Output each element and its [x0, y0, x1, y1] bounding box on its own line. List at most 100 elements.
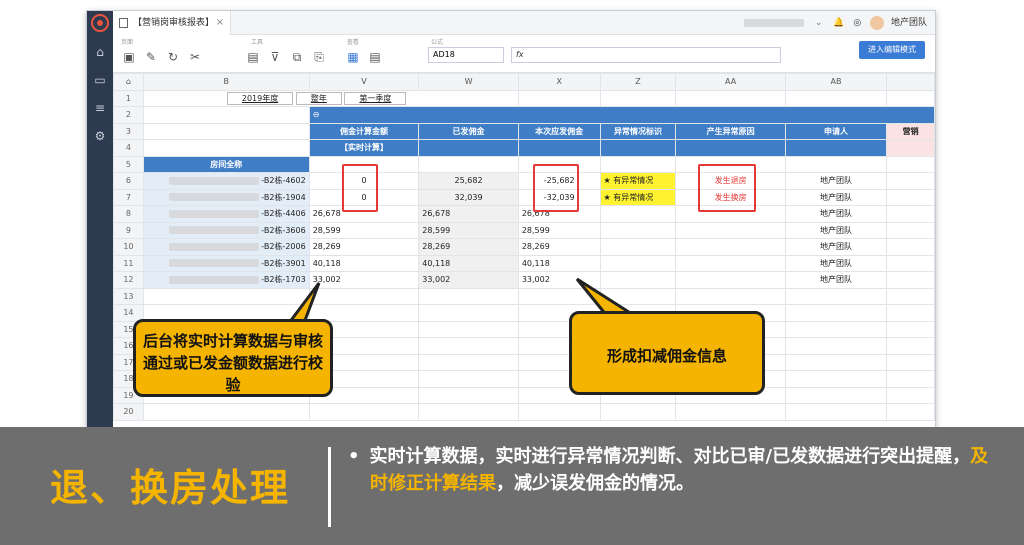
close-icon[interactable]: ×	[216, 11, 224, 35]
paid-cell[interactable]: 32,039	[418, 188, 519, 206]
cell-reference-input[interactable]: AD18	[428, 47, 504, 63]
payable-cell[interactable]: 28,599	[517, 221, 601, 239]
applicant-cell[interactable]: 地产团队	[784, 238, 888, 256]
paid-cell[interactable]: 28,269	[418, 238, 519, 256]
paid-cell[interactable]: 40,118	[418, 254, 519, 272]
table-row[interactable]: 6 -B2栋-4602 0 25,682 -25,682 ★ 有异常情况 发生退…	[113, 172, 935, 190]
reason-cell[interactable]	[675, 238, 786, 256]
room-cell[interactable]: -B2栋-2006	[142, 238, 310, 256]
flag-cell[interactable]	[599, 271, 677, 289]
group-header-bar: ⊖	[308, 106, 935, 124]
username: 地产团队	[890, 18, 927, 28]
filter-year[interactable]: 2019年度	[226, 91, 294, 105]
table-row[interactable]: 8 -B2栋-4406 26,678 26,678 26,678 地产团队	[113, 205, 935, 223]
row-number: 1	[113, 89, 144, 107]
chevron-down-icon[interactable]: ⌄	[815, 18, 823, 28]
room-cell[interactable]: -B2栋-4406	[142, 205, 310, 223]
calc-cell[interactable]: 28,269	[308, 238, 420, 256]
app-logo-icon	[91, 14, 109, 32]
formula-bar[interactable]: fx	[511, 47, 781, 63]
col-header[interactable]: B	[142, 73, 310, 91]
edit-mode-button[interactable]: 进入编辑模式	[859, 41, 925, 59]
collapse-icon[interactable]: ⊖	[313, 110, 320, 119]
reason-cell[interactable]	[675, 254, 786, 272]
flag-cell[interactable]	[599, 205, 677, 223]
table-row[interactable]: 7 -B2栋-1904 0 32,039 -32,039 ★ 有异常情况 发生换…	[113, 188, 935, 206]
applicant-cell[interactable]: 地产团队	[784, 172, 888, 190]
applicant-cell[interactable]: 地产团队	[784, 254, 888, 272]
header-abnormal-reason: 产生异常原因	[675, 122, 786, 140]
highlight-calc-box	[342, 164, 378, 212]
headset-icon[interactable]: ◎	[853, 18, 861, 28]
document-view-icon[interactable]: ▤	[367, 49, 383, 65]
paid-cell[interactable]: 28,599	[418, 221, 519, 239]
flag-cell[interactable]: ★ 有异常情况	[599, 188, 677, 206]
edit-icon[interactable]: ✎	[143, 49, 159, 65]
summary-title: 退、换房处理	[50, 466, 291, 510]
applicant-cell[interactable]: 地产团队	[784, 188, 888, 206]
avatar[interactable]	[870, 15, 885, 30]
tab-report[interactable]: 【营销岗审核报表】 ×	[113, 11, 231, 35]
applicant-cell[interactable]: 地产团队	[784, 205, 888, 223]
applicant-cell[interactable]: 地产团队	[784, 221, 888, 239]
room-cell[interactable]: -B2栋-4602	[142, 172, 310, 190]
folder-icon[interactable]: ▭	[93, 73, 107, 87]
summary-part2: ，减少误发佣金的情况。	[496, 473, 694, 494]
calc-cell[interactable]: 28,599	[308, 221, 420, 239]
settings-icon[interactable]: ⚙	[93, 129, 107, 143]
header-extra: 营销	[886, 122, 935, 140]
payable-cell[interactable]: 28,269	[517, 238, 601, 256]
bell-icon[interactable]: 🔔	[833, 18, 844, 28]
column-header-row: ⌂ B V W X Z AA AB	[113, 73, 935, 91]
row-number: 7	[113, 188, 144, 206]
chart-icon[interactable]: ▤	[245, 49, 261, 65]
col-header[interactable]: AA	[675, 73, 786, 91]
room-cell[interactable]: -B2栋-3901	[142, 254, 310, 272]
reason-cell[interactable]	[675, 271, 786, 289]
col-header[interactable]: W	[418, 73, 519, 91]
flag-cell[interactable]	[599, 254, 677, 272]
view-icon[interactable]: ▦	[345, 49, 361, 65]
table-row[interactable]: 10 -B2栋-2006 28,269 28,269 28,269 地产团队	[113, 238, 935, 256]
save-icon[interactable]: ▣	[121, 49, 137, 65]
reason-cell[interactable]	[675, 221, 786, 239]
calc-cell[interactable]: 33,002	[308, 271, 420, 289]
paid-cell[interactable]: 26,678	[418, 205, 519, 223]
tools-icon[interactable]: ✂	[187, 49, 203, 65]
room-name: -B2栋-1703	[261, 275, 306, 285]
room-cell[interactable]: -B2栋-1703	[142, 271, 310, 289]
payable-cell[interactable]: 33,002	[517, 271, 601, 289]
toolbar-group-label: 页面	[121, 39, 134, 46]
row-number: 20	[113, 403, 144, 421]
room-cell[interactable]: -B2栋-1904	[142, 188, 310, 206]
applicant-cell[interactable]: 地产团队	[784, 271, 888, 289]
row-number: 12	[113, 271, 144, 289]
table-row[interactable]: 11 -B2栋-3901 40,118 40,118 40,118 地产团队	[113, 254, 935, 272]
col-header[interactable]: AB	[784, 73, 888, 91]
col-header[interactable]: X	[517, 73, 601, 91]
list-icon[interactable]: ≡	[93, 101, 107, 115]
flag-cell[interactable]	[599, 238, 677, 256]
filter-range[interactable]: 整年	[295, 91, 342, 105]
filter-quarter[interactable]: 第一季度	[344, 91, 407, 105]
table-row[interactable]: 9 -B2栋-3606 28,599 28,599 28,599 地产团队	[113, 221, 935, 239]
room-cell[interactable]: -B2栋-3606	[142, 221, 310, 239]
refresh-icon[interactable]: ↻	[165, 49, 181, 65]
export-icon[interactable]: ⎘	[311, 49, 327, 65]
col-header[interactable]	[886, 73, 935, 91]
col-header[interactable]: Z	[599, 73, 677, 91]
table-row[interactable]: 12 -B2栋-1703 33,002 33,002 33,002 地产团队	[113, 271, 935, 289]
flag-cell[interactable]	[599, 221, 677, 239]
payable-cell[interactable]: 40,118	[517, 254, 601, 272]
copy-icon[interactable]: ⧉	[289, 49, 305, 65]
home-icon[interactable]: ⌂	[93, 45, 107, 59]
table-row: 3 佣金计算金额 已发佣金 本次应发佣金 异常情况标识 产生异常原因 申请人 营…	[113, 122, 935, 140]
paid-cell[interactable]: 25,682	[418, 172, 519, 190]
room-name: -B2栋-4602	[261, 176, 306, 186]
flag-cell[interactable]: ★ 有异常情况	[599, 172, 677, 190]
calc-cell[interactable]: 40,118	[308, 254, 420, 272]
col-header[interactable]: V	[308, 73, 420, 91]
filter-icon[interactable]: ⊽	[267, 49, 283, 65]
paid-cell[interactable]: 33,002	[418, 271, 519, 289]
app-window: ⌂ ▭ ≡ ⚙ 【营销岗审核报表】 × ⌄ 🔔 ◎ 地产团队 页面 ▣ ✎ ↻ …	[86, 10, 936, 430]
